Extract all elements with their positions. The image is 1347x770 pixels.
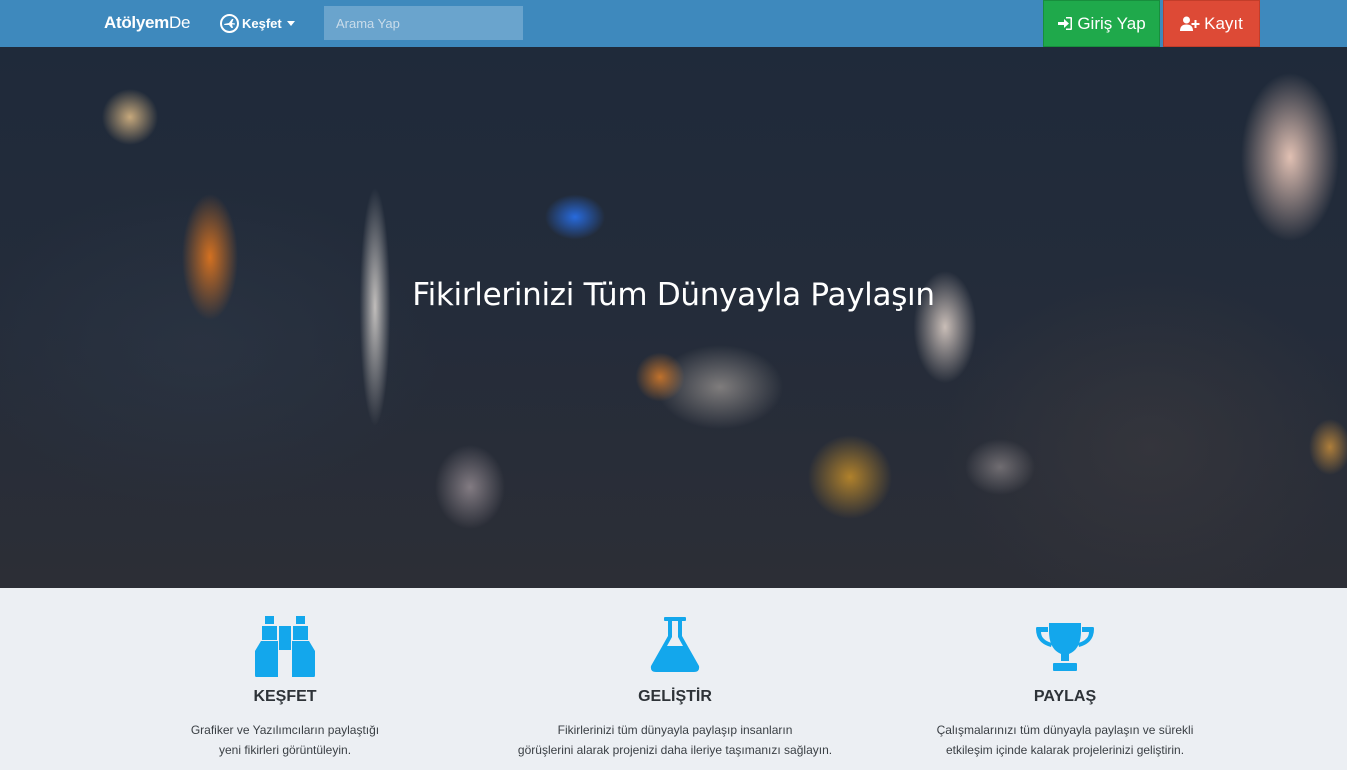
login-button[interactable]: Giriş Yap bbox=[1043, 0, 1160, 47]
feature-title: GELİŞTİR bbox=[638, 688, 712, 705]
feature-title: PAYLAŞ bbox=[1033, 688, 1097, 705]
brand-logo[interactable]: AtölyemDe bbox=[104, 13, 190, 33]
feature-desc-line-1: Çalışmalarınızı tüm dünyayla paylaşın ve… bbox=[936, 723, 1194, 737]
features-section: KEŞFET Grafiker ve Yazılımcıların paylaş… bbox=[0, 588, 1347, 770]
feature-desc-line-2: görüşlerini alarak projenizi daha ileriy… bbox=[517, 743, 833, 757]
chevron-down-icon bbox=[286, 20, 295, 26]
login-label: Giriş Yap bbox=[1077, 13, 1146, 33]
feature-description: Grafiker ve Yazılımcıların paylaştığı ye… bbox=[95, 720, 475, 760]
feature-desc-line-2: yeni fikirleri görüntüleyin. bbox=[218, 743, 352, 757]
brand-name-light: De bbox=[168, 13, 191, 32]
feature-desc-line-1: Grafiker ve Yazılımcıların paylaştığı bbox=[190, 723, 380, 737]
feature-desc-line-2: etkileşim içinde kalarak projelerinizi g… bbox=[945, 743, 1185, 757]
trophy-icon bbox=[1036, 623, 1094, 671]
brand-name-bold: Atölyem bbox=[104, 13, 169, 32]
plane-globe-icon bbox=[220, 13, 239, 33]
register-label: Kayıt bbox=[1204, 13, 1243, 33]
feature-description: Fikirlerinizi tüm dünyayla paylaşıp insa… bbox=[485, 720, 865, 760]
search-input[interactable] bbox=[324, 6, 523, 40]
hero-title: Fikirlerinizi Tüm Dünyayla Paylaşın bbox=[412, 277, 935, 313]
register-button[interactable]: Kayıt bbox=[1163, 0, 1260, 47]
top-navbar: AtölyemDe Keşfet Giriş Yap Kayıt bbox=[0, 0, 1347, 47]
user-plus-icon bbox=[1180, 16, 1200, 31]
feature-title: KEŞFET bbox=[253, 688, 317, 705]
feature-description: Çalışmalarınızı tüm dünyayla paylaşın ve… bbox=[875, 720, 1255, 760]
flask-icon bbox=[650, 617, 700, 672]
feature-desc-line-1: Fikirlerinizi tüm dünyayla paylaşıp insa… bbox=[557, 723, 793, 737]
binoculars-icon bbox=[255, 616, 315, 677]
explore-label: Keşfet bbox=[242, 15, 282, 31]
explore-dropdown[interactable]: Keşfet bbox=[220, 12, 295, 34]
sign-in-icon bbox=[1058, 17, 1073, 30]
hero-banner: Fikirlerinizi Tüm Dünyayla Paylaşın bbox=[0, 47, 1347, 588]
